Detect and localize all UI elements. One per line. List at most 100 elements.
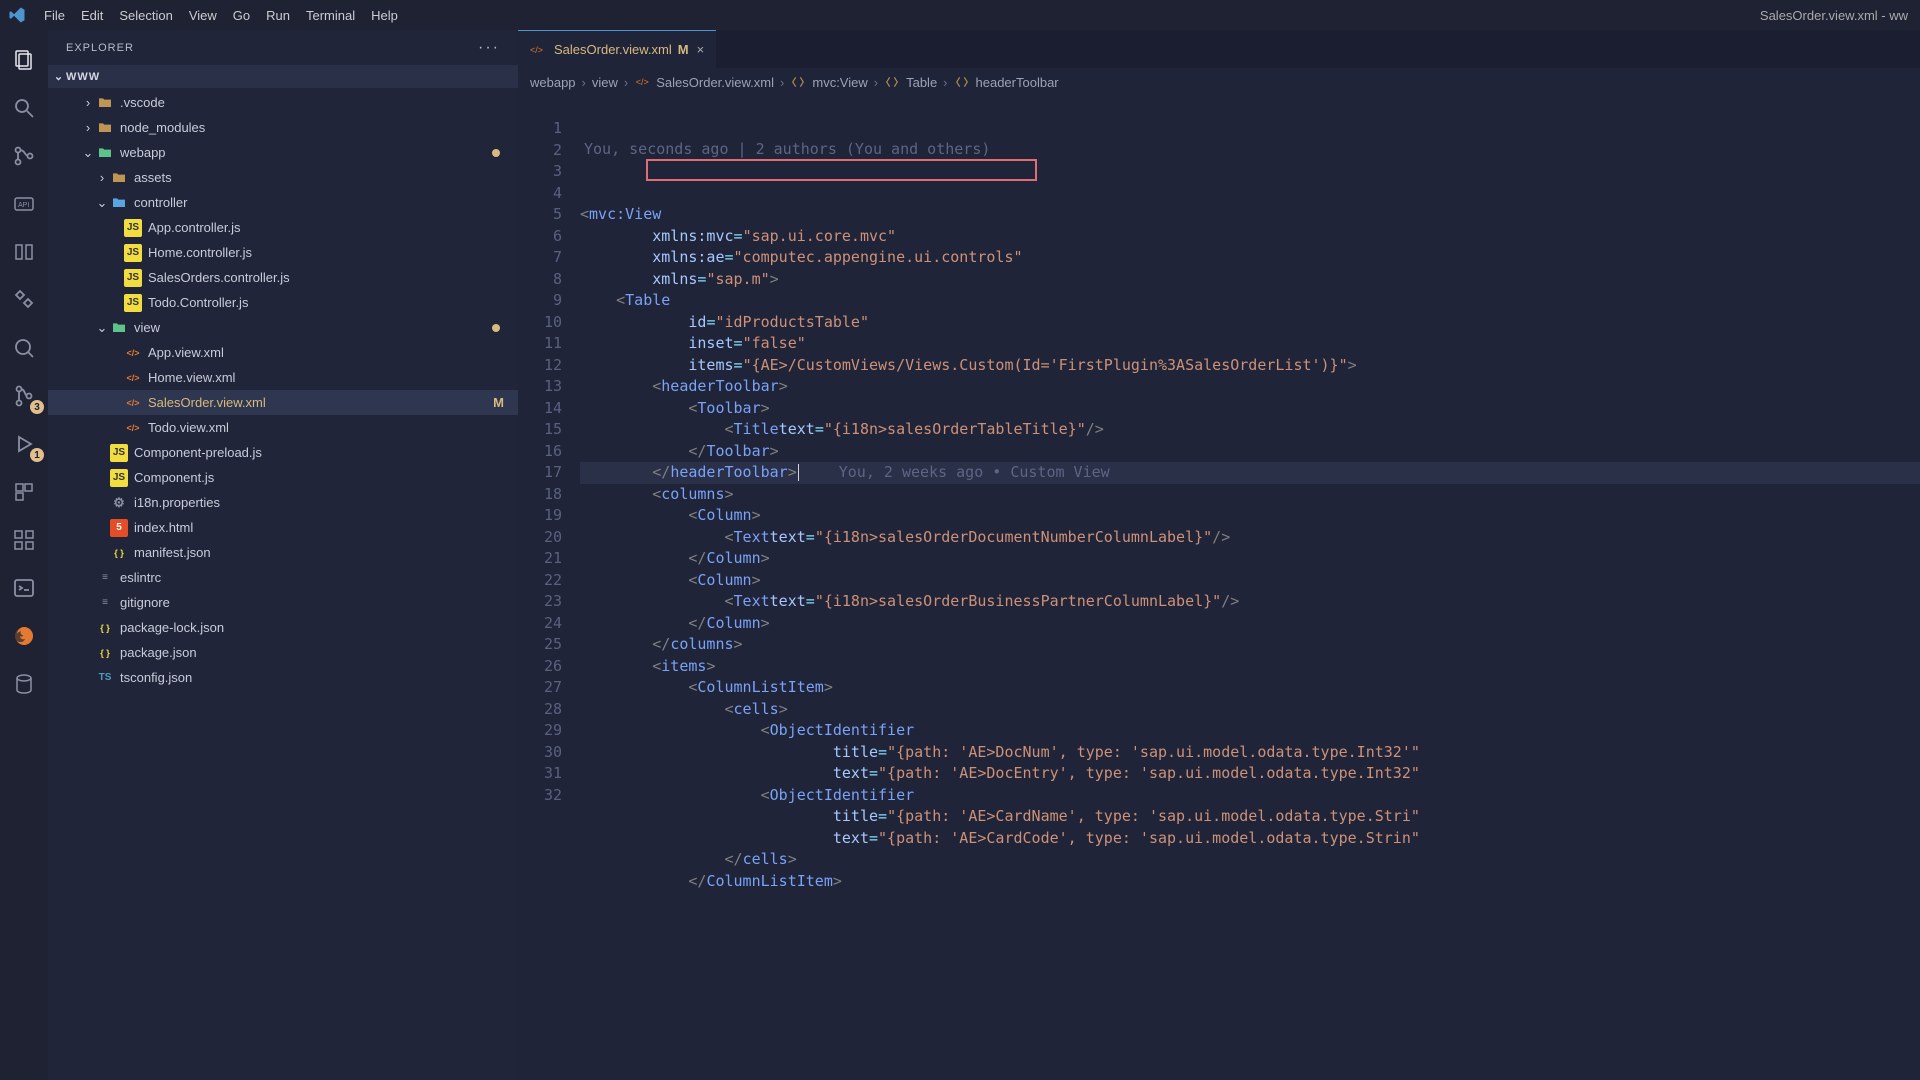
code-line[interactable]: </headerToolbar>You, 2 weeks ago • Custo… [580,462,1920,484]
breadcrumb[interactable]: webapp›view›</>SalesOrder.view.xml›mvc:V… [518,68,1920,96]
firefox-activity-icon[interactable] [0,612,48,660]
code-line[interactable]: <Column> [580,505,1920,527]
code-line[interactable]: <Table [580,290,1920,312]
menu-go[interactable]: Go [225,4,258,27]
tree-folder[interactable]: ⌄view [48,315,518,340]
code-line[interactable]: </Toolbar> [580,441,1920,463]
code-line[interactable]: </columns> [580,634,1920,656]
tree-file[interactable]: ≡eslintrc [48,565,518,590]
breadcrumb-separator-icon: › [874,75,878,90]
code-line[interactable]: <Text text="{i18n>salesOrderDocumentNumb… [580,527,1920,549]
source-control-activity-icon[interactable]: 3 [0,372,48,420]
explorer-activity-icon[interactable] [0,36,48,84]
line-number: 31 [518,763,562,785]
tree-file[interactable]: JSComponent.js [48,465,518,490]
layers-activity-icon[interactable] [0,468,48,516]
line-number: 20 [518,527,562,549]
tree-file[interactable]: </>Todo.view.xml [48,415,518,440]
tree-folder[interactable]: ›node_modules [48,115,518,140]
code-line[interactable]: </Column> [580,613,1920,635]
grid-activity-icon[interactable] [0,516,48,564]
scm-activity-icon[interactable] [0,132,48,180]
tree-file[interactable]: </>Home.view.xml [48,365,518,390]
tree-file[interactable]: JSHome.controller.js [48,240,518,265]
tree-file[interactable]: JSSalesOrders.controller.js [48,265,518,290]
menu-file[interactable]: File [36,4,73,27]
code-line[interactable]: <mvc:View [580,204,1920,226]
code-line[interactable]: <Title text="{i18n>salesOrderTableTitle}… [580,419,1920,441]
tree-file[interactable]: JSTodo.Controller.js [48,290,518,315]
tree-file[interactable]: JSComponent-preload.js [48,440,518,465]
tree-file[interactable]: 5index.html [48,515,518,540]
editor-tab[interactable]: </>SalesOrder.view.xmlM× [518,30,716,68]
tree-file[interactable]: JSApp.controller.js [48,215,518,240]
code-line[interactable]: <columns> [580,484,1920,506]
code-line[interactable]: <ObjectIdentifier [580,720,1920,742]
code-editor[interactable]: 1234567891011121314151617181920212223242… [518,96,1920,1080]
code-line[interactable]: text="{path: 'AE>CardCode', type: 'sap.u… [580,828,1920,850]
terminal-activity-icon[interactable] [0,564,48,612]
menu-edit[interactable]: Edit [73,4,111,27]
code-line[interactable]: </Column> [580,548,1920,570]
file-tree[interactable]: ›.vscode›node_modules⌄webapp›assets⌄cont… [48,88,518,1080]
close-tab-icon[interactable]: × [697,42,705,57]
tree-folder[interactable]: ⌄controller [48,190,518,215]
code-line[interactable]: <headerToolbar> [580,376,1920,398]
sidebar-more-icon[interactable]: ··· [478,39,500,57]
code-line[interactable]: </cells> [580,849,1920,871]
tree-folder[interactable]: ›assets [48,165,518,190]
modified-dot-icon [492,324,500,332]
code-line[interactable]: <ObjectIdentifier [580,785,1920,807]
tree-file[interactable]: ⚙i18n.properties [48,490,518,515]
tree-label: controller [134,195,187,210]
breadcrumb-item[interactable]: headerToolbar [976,75,1059,90]
code-line[interactable]: <items> [580,656,1920,678]
code-line[interactable]: id="idProductsTable" [580,312,1920,334]
run-debug-activity-icon[interactable]: 1 [0,420,48,468]
code-line[interactable]: text="{path: 'AE>DocEntry', type: 'sap.u… [580,763,1920,785]
tree-file[interactable]: </>SalesOrder.view.xmlM [48,390,518,415]
code-line[interactable]: <cells> [580,699,1920,721]
menu-view[interactable]: View [181,4,225,27]
code-line[interactable]: xmlns="sap.m"> [580,269,1920,291]
code-line[interactable]: <Toolbar> [580,398,1920,420]
breadcrumb-item[interactable]: Table [906,75,937,90]
breadcrumb-item[interactable]: webapp [530,75,576,90]
extensions-activity-icon[interactable] [0,276,48,324]
menu-selection[interactable]: Selection [111,4,180,27]
breadcrumb-item[interactable]: mvc:View [812,75,867,90]
sidebar-root-folder[interactable]: ⌄ WWW [48,65,518,88]
tree-file[interactable]: { }package.json [48,640,518,665]
code-line[interactable]: <ColumnListItem> [580,677,1920,699]
activity-bar: API 3 1 [0,30,48,1080]
menu-terminal[interactable]: Terminal [298,4,363,27]
tree-file[interactable]: ≡gitignore [48,590,518,615]
code-line[interactable]: <Text text="{i18n>salesOrderBusinessPart… [580,591,1920,613]
line-number: 30 [518,742,562,764]
database-activity-icon[interactable] [0,660,48,708]
tree-file[interactable]: TStsconfig.json [48,665,518,690]
menu-run[interactable]: Run [258,4,298,27]
tree-file[interactable]: { }manifest.json [48,540,518,565]
code-line[interactable]: xmlns:mvc="sap.ui.core.mvc" [580,226,1920,248]
tree-label: node_modules [120,120,205,135]
search-activity-2-icon[interactable] [0,324,48,372]
breadcrumb-item[interactable]: SalesOrder.view.xml [656,75,774,90]
breadcrumb-item[interactable]: view [592,75,618,90]
tree-folder[interactable]: ›.vscode [48,90,518,115]
code-line[interactable]: <Column> [580,570,1920,592]
library-activity-icon[interactable] [0,228,48,276]
code-line[interactable]: xmlns:ae="computec.appengine.ui.controls… [580,247,1920,269]
menu-help[interactable]: Help [363,4,406,27]
tree-file[interactable]: { }package-lock.json [48,615,518,640]
code-line[interactable]: title="{path: 'AE>CardName', type: 'sap.… [580,806,1920,828]
tree-file[interactable]: </>App.view.xml [48,340,518,365]
code-line[interactable]: items="{AE>/CustomViews/Views.Custom(Id=… [580,355,1920,377]
tree-folder[interactable]: ⌄webapp [48,140,518,165]
code-line[interactable]: title="{path: 'AE>DocNum', type: 'sap.ui… [580,742,1920,764]
code-line[interactable]: </ColumnListItem> [580,871,1920,893]
search-activity-icon[interactable] [0,84,48,132]
code-content[interactable]: You, seconds ago | 2 authors (You and ot… [580,96,1920,1080]
api-activity-icon[interactable]: API [0,180,48,228]
code-line[interactable]: inset="false" [580,333,1920,355]
